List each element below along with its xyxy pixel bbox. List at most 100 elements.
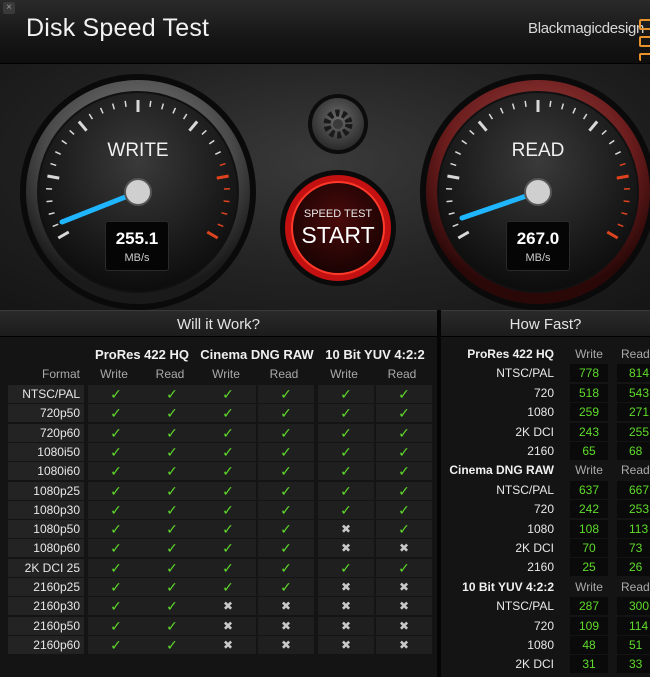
status-cell: ✓ (318, 500, 374, 519)
check-icon: ✓ (222, 424, 234, 441)
status-cell: ✓ (144, 404, 200, 423)
table-row: 2160p60 ✓ ✓ ✖ ✖ ✖ ✖ (8, 635, 432, 655)
check-icon: ✓ (280, 463, 292, 480)
check-icon: ✓ (340, 424, 352, 441)
status-cell: ✓ (258, 385, 314, 403)
check-icon: ✓ (110, 521, 122, 538)
status-cell: ✓ (88, 597, 144, 616)
gauge-tick (549, 100, 552, 107)
group-header-10bit-yuv: 10 Bit YUV 4:2:2 (325, 347, 425, 362)
table-row: 1080p25 ✓ ✓ ✓ ✓ ✓ ✓ (8, 481, 432, 501)
status-cell: ✖ (318, 539, 374, 558)
table-row: 2K DCI 243 255 (441, 422, 650, 442)
format-name: 1080i60 (8, 462, 84, 481)
status-cell: ✓ (88, 462, 144, 481)
check-icon: ✓ (166, 598, 178, 615)
read-speed-value: 267.0 (516, 229, 560, 248)
write-label: WRITE (107, 140, 169, 161)
status-cell: ✓ (258, 500, 314, 519)
status-cell: ✖ (258, 635, 314, 654)
check-icon: ✓ (340, 559, 352, 576)
gauge-tick (524, 100, 527, 107)
write-gauge (20, 74, 256, 310)
write-fps-value: 25 (570, 558, 608, 577)
check-icon: ✓ (110, 405, 122, 422)
status-cell: ✓ (318, 423, 374, 442)
format-name: 2160p25 (8, 578, 84, 596)
format-name: 720 (533, 502, 554, 517)
check-icon: ✓ (340, 443, 352, 460)
check-icon: ✓ (340, 482, 352, 499)
write-fps-value: 243 (570, 422, 608, 441)
table-row: 2160p50 ✓ ✓ ✖ ✖ ✖ ✖ (8, 616, 432, 636)
format-name: 1080 (527, 638, 554, 652)
check-icon: ✓ (166, 424, 178, 441)
status-cell: ✓ (318, 404, 374, 423)
close-button[interactable]: × (3, 2, 15, 14)
cross-icon: ✖ (398, 599, 410, 614)
format-name: 2K DCI (515, 541, 554, 555)
write-column-header: Write (100, 367, 128, 381)
check-icon: ✓ (222, 521, 234, 538)
status-cell: ✖ (318, 597, 374, 616)
write-speed-unit: MB/s (124, 252, 150, 264)
status-cell: ✓ (376, 558, 432, 577)
status-cell: ✖ (200, 616, 256, 635)
status-cell: ✓ (258, 462, 314, 481)
brand-logo-text: Blackmagicdesign (528, 20, 645, 37)
status-cell: ✓ (88, 520, 144, 539)
table-row: NTSC/PAL 637 667 (441, 480, 650, 500)
brand-logo-square-icon (639, 19, 650, 30)
read-fps-value: 253 (617, 500, 650, 519)
check-icon: ✓ (280, 501, 292, 518)
check-icon: ✓ (166, 463, 178, 480)
check-icon: ✓ (340, 386, 352, 402)
gauge-panel: WRITE 255.1 MB/s READ 267.0 MB/s SPEED T… (0, 64, 650, 310)
write-fps-value: 778 (570, 364, 608, 383)
gauge-tick (446, 200, 453, 203)
status-cell: ✓ (258, 404, 314, 423)
gauge-tick (447, 174, 460, 180)
read-fps-value: 543 (617, 383, 650, 402)
status-cell: ✓ (200, 404, 256, 423)
status-cell: ✓ (258, 578, 314, 596)
status-cell: ✓ (200, 520, 256, 539)
status-cell: ✓ (376, 385, 432, 403)
cross-icon: ✖ (398, 637, 410, 652)
status-cell: ✓ (258, 558, 314, 577)
gauge-tick (623, 200, 630, 203)
status-cell: ✓ (200, 462, 256, 481)
status-cell: ✓ (376, 442, 432, 461)
write-fps-value: 109 (570, 616, 608, 635)
status-cell: ✓ (318, 481, 374, 500)
will-it-work-table: Format ProRes 422 HQ Cinema DNG RAW 10 B… (0, 337, 437, 677)
write-fps-value: 48 (570, 636, 608, 654)
format-name: 2K DCI (515, 657, 554, 672)
status-cell: ✓ (200, 423, 256, 442)
status-cell: ✓ (200, 385, 256, 403)
group-header-cinema-dng: Cinema DNG RAW (200, 347, 314, 362)
status-cell: ✓ (144, 500, 200, 519)
cross-icon: ✖ (280, 599, 292, 614)
how-fast-group-header: Cinema DNG RAW Write Read (441, 461, 650, 480)
format-name: 720p60 (8, 423, 84, 442)
status-cell: ✓ (88, 423, 144, 442)
cross-icon: ✖ (280, 637, 292, 652)
write-fps-value: 65 (570, 442, 608, 460)
start-button[interactable]: SPEED TEST START (284, 174, 392, 282)
brand-logo-square-icon (639, 53, 650, 61)
status-cell: ✓ (258, 442, 314, 461)
cross-icon: ✖ (222, 599, 234, 614)
check-icon: ✓ (166, 521, 178, 538)
read-column-header: Read (269, 367, 299, 381)
status-cell: ✓ (376, 481, 432, 500)
read-fps-value: 255 (617, 422, 650, 441)
settings-button[interactable] (310, 96, 366, 152)
how-fast-header: How Fast? (441, 310, 650, 337)
read-speed-unit: MB/s (525, 252, 551, 264)
status-cell: ✓ (88, 442, 144, 461)
format-name: 2160p50 (8, 616, 84, 635)
format-name: NTSC/PAL (496, 366, 554, 381)
check-icon: ✓ (222, 386, 234, 402)
status-cell: ✓ (376, 423, 432, 442)
